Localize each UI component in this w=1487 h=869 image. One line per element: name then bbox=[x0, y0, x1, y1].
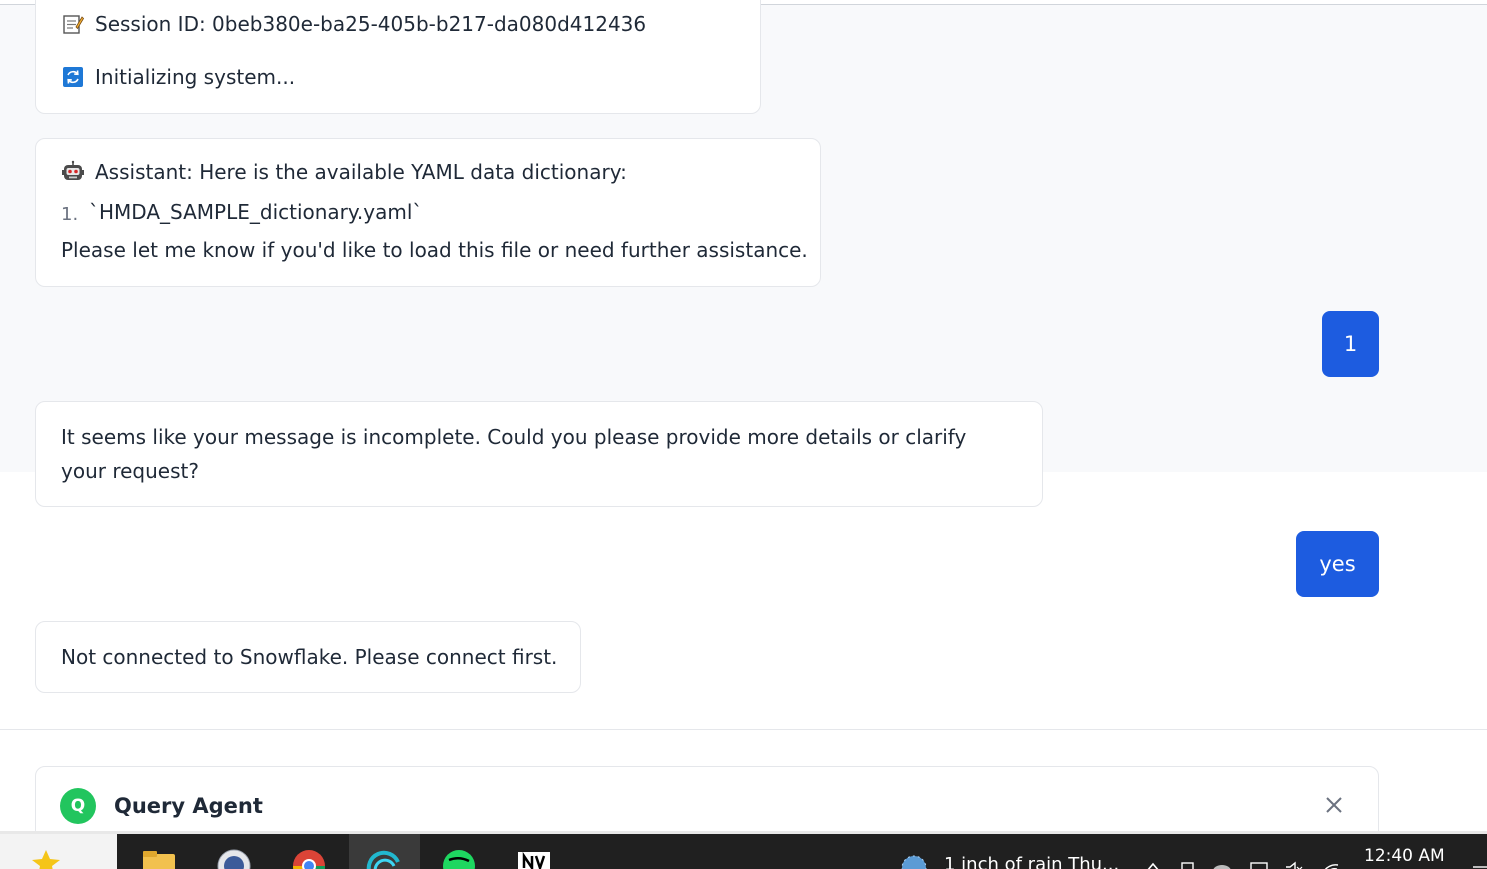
assistant-not-connected-message: Not connected to Snowflake. Please conne… bbox=[35, 621, 581, 693]
robot-icon bbox=[61, 160, 85, 184]
weather-text[interactable]: 1 inch of rain Thu... bbox=[944, 854, 1119, 869]
os-taskbar: 1 inch of rain Thu... 12:40 AM bbox=[0, 831, 1487, 869]
close-icon bbox=[1325, 796, 1343, 818]
yaml-list-item: 1. `HMDA_SAMPLE_dictionary.yaml` bbox=[61, 195, 795, 229]
init-text: Initializing system... bbox=[95, 65, 296, 89]
not-connected-text: Not connected to Snowflake. Please conne… bbox=[61, 645, 558, 669]
init-line: Initializing system... bbox=[61, 60, 735, 94]
agent-title: Query Agent bbox=[114, 794, 263, 818]
assistant-intro-text: Assistant: Here is the available YAML da… bbox=[95, 160, 627, 184]
refresh-icon bbox=[61, 65, 85, 89]
chat-page: Session ID: 0beb380e-ba25-405b-b217-da08… bbox=[0, 0, 1487, 869]
session-message: Session ID: 0beb380e-ba25-405b-b217-da08… bbox=[35, 0, 761, 114]
volume-muted-icon[interactable] bbox=[1284, 858, 1304, 869]
assistant-incomplete-message: It seems like your message is incomplete… bbox=[35, 401, 1043, 507]
chat-divider bbox=[0, 729, 1487, 730]
notifications-icon[interactable] bbox=[1470, 858, 1487, 869]
folder-icon[interactable] bbox=[141, 848, 177, 869]
widgets-button[interactable] bbox=[0, 834, 117, 869]
wifi-icon[interactable] bbox=[1320, 858, 1340, 869]
assistant-followup-text: Please let me know if you'd like to load… bbox=[61, 238, 808, 262]
cloud-tray-icon[interactable] bbox=[1212, 858, 1232, 869]
star-icon bbox=[28, 848, 64, 869]
chevron-up-icon[interactable] bbox=[1143, 858, 1163, 869]
network-tray-icon[interactable] bbox=[1178, 858, 1198, 869]
not-connected-line: Not connected to Snowflake. Please conne… bbox=[61, 640, 558, 674]
assistant-followup-line: Please let me know if you'd like to load… bbox=[61, 233, 808, 267]
memo-icon bbox=[61, 12, 85, 36]
assistant-incomplete-text: It seems like your message is incomplete… bbox=[61, 425, 967, 483]
seal-icon[interactable] bbox=[216, 848, 252, 869]
notion-icon[interactable] bbox=[516, 848, 552, 869]
close-button[interactable] bbox=[1322, 795, 1346, 819]
display-tray-icon[interactable] bbox=[1249, 858, 1269, 869]
wave-app-icon[interactable] bbox=[366, 848, 402, 869]
session-id-line: Session ID: 0beb380e-ba25-405b-b217-da08… bbox=[61, 7, 735, 41]
session-id-text: Session ID: 0beb380e-ba25-405b-b217-da08… bbox=[95, 12, 647, 36]
clock-time[interactable]: 12:40 AM bbox=[1364, 846, 1445, 866]
assistant-yaml-message: Assistant: Here is the available YAML da… bbox=[35, 138, 821, 287]
user-message: 1 bbox=[1322, 311, 1379, 377]
weather-icon[interactable] bbox=[896, 852, 932, 869]
agent-avatar: Q bbox=[60, 788, 96, 824]
chrome-icon[interactable] bbox=[291, 848, 327, 869]
assistant-intro-line: Assistant: Here is the available YAML da… bbox=[61, 155, 795, 189]
list-number: 1. bbox=[61, 204, 79, 225]
yaml-file-name: `HMDA_SAMPLE_dictionary.yaml` bbox=[89, 200, 423, 224]
user-message: yes bbox=[1296, 531, 1379, 597]
spotify-icon[interactable] bbox=[441, 848, 477, 869]
